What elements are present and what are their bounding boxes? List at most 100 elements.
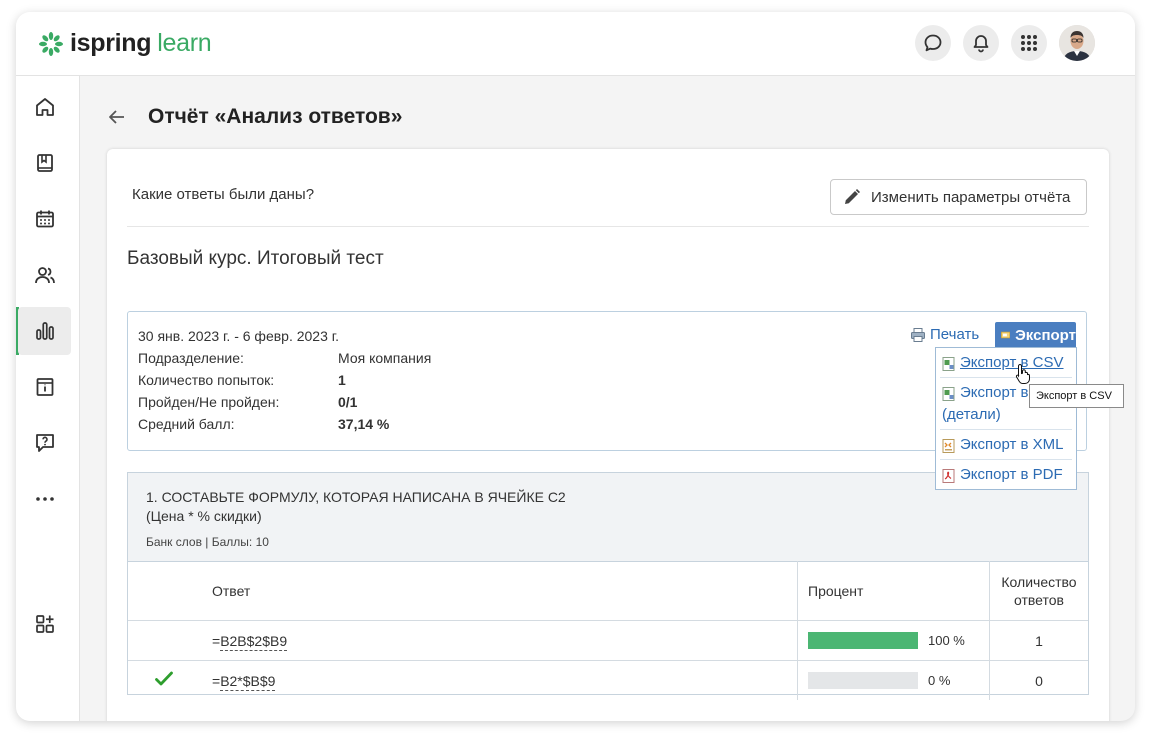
export-pdf-item[interactable]: Экспорт в PDF (942, 466, 1063, 483)
users-icon (34, 267, 55, 284)
percent-cell: 100 % (797, 620, 990, 661)
table-header-row: Ответ Процент Количество ответов (128, 561, 1088, 621)
header-check (128, 561, 200, 621)
sidebar-item-help[interactable] (18, 419, 71, 467)
count-cell: 0 (1035, 672, 1043, 689)
print-link[interactable]: Печать (910, 326, 979, 343)
export-pdf-label: Экспорт в PDF (960, 466, 1063, 483)
edit-report-params-button[interactable]: Изменить параметры отчёта (830, 179, 1087, 215)
question-meta: Банк слов | Баллы: 10 (146, 535, 269, 549)
answers-table: Ответ Процент Количество ответов =B2B$2$… (128, 561, 1088, 700)
pencil-icon (845, 189, 860, 204)
logo-text-learn: learn (157, 29, 212, 57)
percent-label: 100 % (928, 633, 965, 649)
info-key: Подразделение: (138, 350, 244, 366)
question-title-line1: 1. СОСТАВЬТЕ ФОРМУЛУ, КОТОРАЯ НАПИСАНА В… (146, 489, 566, 505)
percent-bar (808, 672, 918, 690)
chat-icon (924, 34, 942, 52)
info-key: Средний балл: (138, 416, 235, 432)
date-range: 30 янв. 2023 г. - 6 февр. 2023 г. (138, 328, 340, 344)
notifications-button[interactable] (963, 25, 999, 61)
table-row: =B2B$2$B9 100 % 1 (128, 620, 1088, 661)
report-question-label: Какие ответы были даны? (132, 186, 315, 203)
sidebar-item-home[interactable] (18, 83, 71, 131)
sidebar-item-users[interactable] (18, 251, 71, 299)
sidebar-item-reports[interactable] (18, 307, 71, 355)
checkmark-icon (155, 671, 173, 686)
percent-bar (808, 632, 918, 650)
export-dropdown-menu: Экспорт в CSV Экспорт в (детали) Экспорт… (935, 347, 1077, 490)
header-count: Количество ответов (989, 561, 1088, 621)
header-percent: Процент (797, 561, 990, 621)
help-icon (35, 434, 54, 452)
sidebar-item-info[interactable] (18, 363, 71, 411)
answer-text: B2B$2$B9 (220, 632, 288, 651)
count-cell: 1 (989, 620, 1088, 661)
export-csv-details-label2: (детали) (942, 406, 1001, 423)
edit-report-params-label: Изменить параметры отчёта (871, 188, 1071, 206)
menu-separator (940, 429, 1072, 430)
chat-button[interactable] (915, 25, 951, 61)
info-value: 0/1 (338, 394, 358, 410)
export-csv-item[interactable]: Экспорт в CSV (942, 354, 1064, 371)
sidebar-item-add-widget[interactable] (18, 600, 71, 648)
correct-cell (128, 661, 200, 701)
answer-prefix: = (212, 632, 221, 649)
table-row: =B2*$B$9 0 % 0 (128, 660, 1088, 701)
percent-bar-fill (808, 632, 918, 650)
sidebar-item-more[interactable] (18, 475, 71, 523)
user-avatar[interactable] (1059, 25, 1095, 61)
sidebar-item-calendar[interactable] (18, 195, 71, 243)
menu-separator (940, 377, 1072, 378)
answer-cell: =B2B$2$B9 (200, 620, 798, 661)
csv-icon (942, 357, 955, 371)
book-icon (36, 154, 53, 172)
course-title: Базовый курс. Итоговый тест (127, 248, 384, 269)
page-title: Отчёт «Анализ ответов» (148, 105, 403, 128)
answer-text: B2*$B$9 (220, 672, 276, 691)
ispring-logo-icon (39, 31, 63, 56)
reports-icon (35, 322, 54, 340)
home-icon (35, 98, 54, 116)
calendar-icon (35, 210, 54, 228)
print-label: Печать (930, 326, 980, 343)
percent-label: 0 % (928, 673, 951, 689)
correct-cell (128, 620, 200, 661)
question-title: 1. СОСТАВЬТЕ ФОРМУЛУ, КОТОРАЯ НАПИСАНА В… (146, 488, 566, 526)
menu-separator (940, 459, 1072, 460)
back-button[interactable] (106, 106, 128, 133)
header-answer: Ответ (200, 561, 798, 621)
logo[interactable]: ispring learn (38, 29, 212, 58)
percent-cell: 0 % (797, 660, 990, 700)
question-block: 1. СОСТАВЬТЕ ФОРМУЛУ, КОТОРАЯ НАПИСАНА В… (127, 472, 1089, 700)
question-title-line2: (Цена * % скидки) (146, 508, 262, 524)
info-key: Пройден/Не пройден: (138, 394, 280, 410)
export-csv-details-suffix: (детали) (942, 406, 1001, 423)
top-bar: ispring learn (16, 12, 1135, 76)
export-button[interactable]: Экспорт (995, 322, 1076, 348)
info-value: 37,14 % (338, 416, 390, 432)
logo-text-ispring: ispring (70, 29, 152, 57)
csv-icon (942, 387, 955, 401)
tooltip: Экспорт в CSV (1029, 384, 1124, 408)
apps-button[interactable] (1011, 25, 1047, 61)
add-widget-icon (35, 615, 54, 633)
answer-prefix: = (212, 672, 221, 689)
sidebar (16, 76, 80, 721)
pdf-icon (942, 469, 955, 483)
export-xml-label: Экспорт в XML (960, 436, 1064, 453)
sidebar-item-learning[interactable] (18, 139, 71, 187)
export-xml-item[interactable]: Экспорт в XML (942, 436, 1064, 453)
xml-icon (942, 439, 955, 453)
info-icon (36, 378, 53, 396)
apps-grid-icon (1021, 35, 1037, 51)
bell-icon (973, 35, 989, 53)
export-icon (1001, 331, 1011, 339)
export-csv-label: Экспорт в CSV (960, 354, 1064, 371)
header-count-text: Количество ответов (1001, 573, 1077, 608)
arrow-left-icon (109, 110, 124, 124)
printer-icon (911, 327, 925, 342)
info-value: Моя компания (338, 350, 432, 366)
divider (127, 226, 1089, 227)
export-label: Экспорт (1015, 326, 1076, 344)
